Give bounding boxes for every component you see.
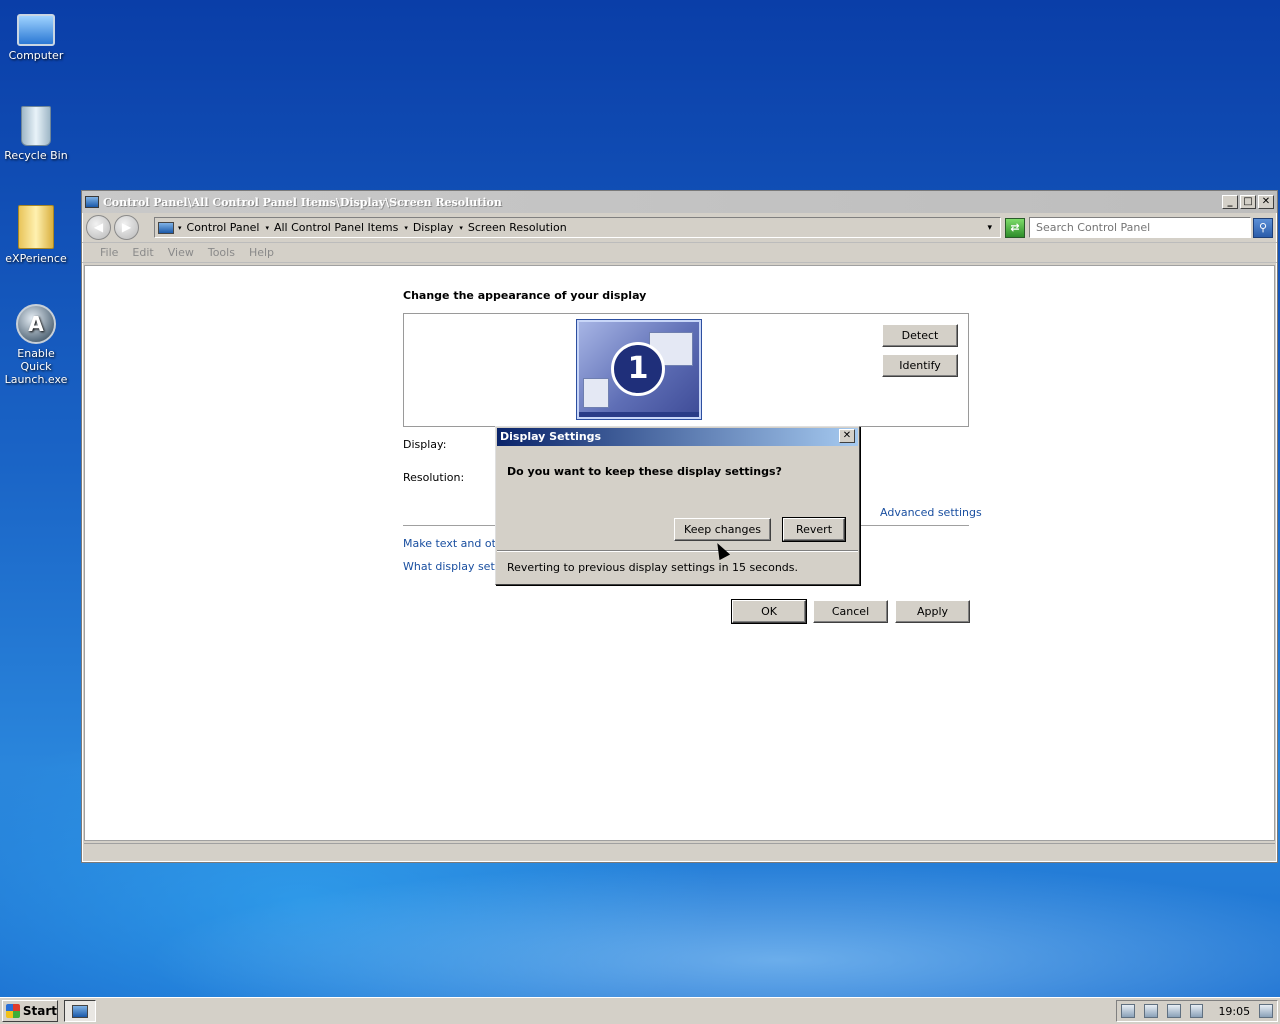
dialog-close-button[interactable]: ✕ <box>839 429 855 443</box>
control-panel-icon <box>85 196 99 208</box>
identify-button[interactable]: Identify <box>882 354 958 377</box>
monitor-1[interactable]: 1 <box>576 319 702 420</box>
breadcrumb-display[interactable]: Display <box>413 221 454 234</box>
chevron-down-icon[interactable]: ▾ <box>459 224 463 232</box>
start-label: Start <box>22 1004 57 1018</box>
navigation-bar: ◀ ▶ ▾ Control Panel ▾ All Control Panel … <box>82 213 1277 243</box>
cancel-button[interactable]: Cancel <box>813 600 888 623</box>
dialog-countdown: Reverting to previous display settings i… <box>507 561 798 574</box>
display-settings-help-link[interactable]: What display settin <box>403 560 509 573</box>
monitor-number: 1 <box>611 342 665 396</box>
network-icon[interactable] <box>1166 1004 1181 1018</box>
maximize-button[interactable]: □ <box>1240 195 1256 209</box>
text-size-link[interactable]: Make text and othe <box>403 537 510 550</box>
menu-file[interactable]: File <box>100 246 118 259</box>
back-button[interactable]: ◀ <box>86 215 111 240</box>
menu-tools[interactable]: Tools <box>208 246 235 259</box>
menu-help[interactable]: Help <box>249 246 274 259</box>
display-settings-dialog: Display Settings ✕ Do you want to keep t… <box>495 426 860 585</box>
quick-launch-icon: A <box>16 304 56 344</box>
keep-changes-button[interactable]: Keep changes <box>674 518 771 541</box>
address-bar[interactable]: ▾ Control Panel ▾ All Control Panel Item… <box>154 217 1001 238</box>
show-desktop-icon[interactable] <box>1259 1004 1273 1018</box>
forward-button[interactable]: ▶ <box>114 215 139 240</box>
document-icon[interactable] <box>1121 1004 1135 1018</box>
taskbar-item-control-panel[interactable] <box>64 1000 96 1022</box>
desktop-icon-label: eXPerience <box>5 252 67 265</box>
start-button[interactable]: Start <box>2 1000 58 1022</box>
status-bar <box>84 843 1275 860</box>
breadcrumb-all-items[interactable]: All Control Panel Items <box>274 221 398 234</box>
refresh-icon[interactable]: ⇄ <box>1005 217 1025 238</box>
window-title: Control Panel\All Control Panel Items\Di… <box>103 195 502 209</box>
desktop-icon-label: Recycle Bin <box>4 149 68 162</box>
system-tray: 19:05 <box>1116 1000 1278 1022</box>
windows-logo-icon <box>6 1004 20 1018</box>
window-titlebar[interactable]: Control Panel\All Control Panel Items\Di… <box>82 191 1277 213</box>
menu-edit[interactable]: Edit <box>132 246 153 259</box>
breadcrumb-control-panel[interactable]: Control Panel <box>187 221 260 234</box>
ok-button[interactable]: OK <box>731 599 807 624</box>
resolution-label: Resolution: <box>403 471 465 484</box>
monitor-taskbar <box>579 412 699 417</box>
apply-button[interactable]: Apply <box>895 600 970 623</box>
search-icon[interactable]: ⚲ <box>1253 217 1273 238</box>
volume-icon[interactable] <box>1189 1004 1204 1018</box>
desktop-icon-recycle-bin[interactable]: Recycle Bin <box>2 106 70 162</box>
detect-button[interactable]: Detect <box>882 324 958 347</box>
desktop-icon-computer[interactable]: Computer <box>2 8 70 62</box>
display-preview: 1 Detect Identify <box>403 313 969 427</box>
menu-view[interactable]: View <box>168 246 194 259</box>
security-shield-icon[interactable] <box>1143 1004 1158 1018</box>
dialog-titlebar[interactable]: Display Settings ✕ <box>497 428 858 446</box>
desktop-icon-experience[interactable]: eXPerience <box>2 205 70 265</box>
address-dropdown-icon[interactable]: ▾ <box>987 223 992 233</box>
chevron-down-icon[interactable]: ▾ <box>404 224 408 232</box>
breadcrumb-screen-resolution[interactable]: Screen Resolution <box>468 221 567 234</box>
dialog-divider <box>497 550 858 552</box>
control-panel-icon <box>72 1004 88 1018</box>
minimize-button[interactable]: _ <box>1222 195 1238 209</box>
menu-bar: File Edit View Tools Help <box>82 243 1277 263</box>
recycle-bin-icon <box>21 106 51 146</box>
chevron-down-icon[interactable]: ▾ <box>178 224 182 232</box>
search-input[interactable] <box>1029 217 1251 238</box>
computer-icon <box>17 14 55 46</box>
folder-icon <box>18 205 54 249</box>
close-button[interactable]: ✕ <box>1258 195 1274 209</box>
clock[interactable]: 19:05 <box>1218 1005 1250 1018</box>
desktop-icon-label: Enable Quick Launch.exe <box>4 347 68 386</box>
display-label: Display: <box>403 438 447 451</box>
dialog-title: Display Settings <box>500 430 602 443</box>
dialog-question: Do you want to keep these display settin… <box>507 465 782 478</box>
desktop-icon-quick-launch[interactable]: A Enable Quick Launch.exe <box>2 304 70 386</box>
chevron-down-icon[interactable]: ▾ <box>265 224 269 232</box>
window-thumbnail-icon <box>583 378 609 408</box>
control-panel-icon <box>158 221 174 234</box>
desktop-icon-label: Computer <box>8 49 64 62</box>
taskbar: Start 19:05 <box>0 997 1280 1024</box>
advanced-settings-link[interactable]: Advanced settings <box>880 506 982 519</box>
revert-button[interactable]: Revert <box>782 517 846 542</box>
page-title: Change the appearance of your display <box>403 289 647 302</box>
